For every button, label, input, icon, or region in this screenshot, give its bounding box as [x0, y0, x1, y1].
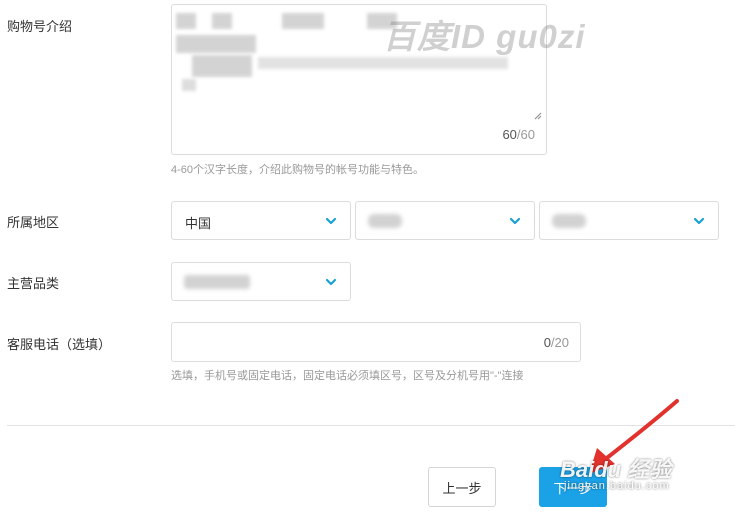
- category-select-value: [184, 275, 250, 289]
- region-label: 所属地区: [7, 215, 60, 230]
- intro-label: 购物号介绍: [7, 19, 73, 34]
- intro-hint: 4-60个汉字长度，介绍此购物号的帐号功能与特色。: [171, 164, 425, 176]
- intro-char-counter: 60/60: [502, 127, 535, 142]
- resize-handle-icon[interactable]: [534, 112, 542, 120]
- chevron-down-icon: [325, 278, 337, 286]
- country-select[interactable]: 中国: [171, 201, 351, 240]
- phone-input[interactable]: 0/20: [171, 322, 581, 362]
- phone-hint: 选填，手机号或固定电话，固定电话必须填区号，区号及分机号用"-"连接: [171, 370, 524, 382]
- city-select[interactable]: [539, 201, 719, 240]
- blurred-text: [212, 13, 232, 29]
- country-select-value: 中国: [185, 216, 212, 231]
- watermark-text: 百度ID gu0zi: [383, 18, 586, 55]
- province-select-value: [368, 214, 402, 228]
- category-label: 主营品类: [7, 276, 60, 291]
- jingyan-url-text: jingyan.baidu.com: [564, 480, 670, 492]
- phone-label: 客服电话（选填）: [7, 337, 112, 352]
- blurred-text: [282, 13, 324, 29]
- blurred-text: [182, 79, 196, 91]
- chevron-down-icon: [693, 217, 705, 225]
- city-select-value: [552, 214, 586, 228]
- category-select[interactable]: [171, 262, 351, 301]
- province-select[interactable]: [355, 201, 535, 240]
- blurred-text: [176, 35, 256, 53]
- blurred-text: [176, 13, 196, 29]
- previous-step-button[interactable]: 上一步: [428, 467, 496, 507]
- chevron-down-icon: [509, 217, 521, 225]
- chevron-down-icon: [325, 217, 337, 225]
- baidu-jingyan-watermark: Baidu 经验 jingyan.baidu.com: [560, 452, 735, 504]
- blurred-text: [258, 57, 508, 69]
- blurred-text: [192, 55, 252, 77]
- phone-char-counter: 0/20: [543, 335, 569, 350]
